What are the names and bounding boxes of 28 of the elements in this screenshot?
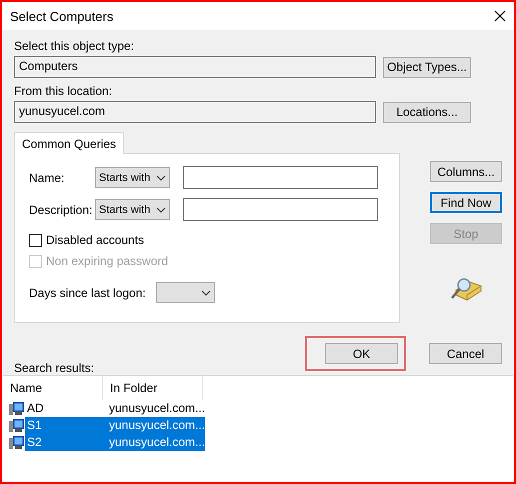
tab[interactable]: Common Queries bbox=[14, 132, 124, 154]
result-folder[interactable]: yunusyucel.com... bbox=[107, 434, 205, 451]
match-dropdown[interactable]: Starts with bbox=[95, 167, 170, 188]
dialog-button[interactable]: Cancel bbox=[429, 343, 502, 364]
object-types-button[interactable]: Object Types... bbox=[383, 56, 471, 78]
query-label: Name: bbox=[29, 170, 66, 184]
result-name[interactable]: S2 bbox=[25, 434, 107, 451]
result-name[interactable]: S1 bbox=[25, 417, 107, 434]
days-label: Days since last logon: bbox=[29, 286, 146, 300]
field-label: Select this object type: bbox=[14, 39, 136, 53]
action-button[interactable]: Find Now bbox=[430, 192, 502, 213]
checkbox-label: Non expiring password bbox=[46, 254, 168, 268]
result-folder[interactable]: yunusyucel.com... bbox=[107, 400, 205, 417]
location-field: yunusyucel.com bbox=[14, 101, 376, 123]
result-folder[interactable]: yunusyucel.com... bbox=[107, 417, 205, 434]
result-name[interactable]: AD bbox=[25, 400, 107, 417]
checkbox-label: Disabled accounts bbox=[46, 233, 144, 247]
column-header[interactable]: Name bbox=[3, 376, 103, 400]
object-type-field: Computers bbox=[14, 56, 376, 78]
action-button[interactable]: Columns... bbox=[430, 161, 502, 182]
match-dropdown[interactable]: Starts with bbox=[95, 199, 170, 220]
results-label: Search results: bbox=[14, 361, 94, 375]
query-label: Description: bbox=[29, 202, 94, 216]
field-label: From this location: bbox=[14, 84, 114, 98]
locations-button[interactable]: Locations... bbox=[383, 102, 471, 122]
window-title: Select Computers bbox=[10, 8, 114, 24]
dialog-button[interactable]: OK bbox=[325, 343, 398, 364]
column-header[interactable]: In Folder bbox=[103, 376, 203, 400]
